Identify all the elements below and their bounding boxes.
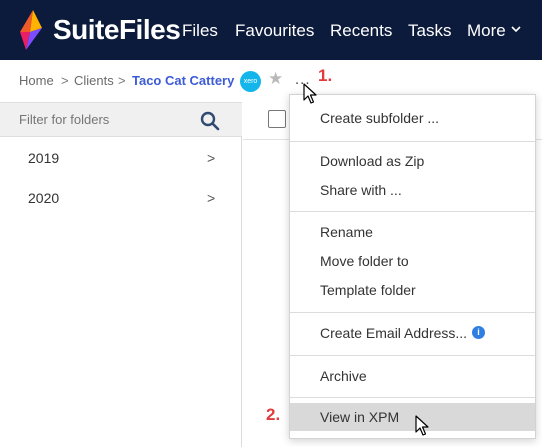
nav-more[interactable]: More	[467, 20, 506, 42]
menu-item-create-email-address[interactable]: Create Email Address... i	[290, 319, 535, 347]
menu-item-move-folder[interactable]: Move folder to	[290, 247, 535, 275]
menu-item-label: Create subfolder ...	[320, 110, 440, 126]
top-nav-bar: SuiteFiles Files Favourites Recents Task…	[0, 0, 542, 60]
menu-item-download-zip[interactable]: Download as Zip	[290, 147, 535, 175]
suitefiles-logo-icon	[20, 10, 42, 50]
menu-item-view-in-xpm[interactable]: View in XPM	[290, 403, 535, 431]
menu-item-rename[interactable]: Rename	[290, 218, 535, 246]
menu-item-archive[interactable]: Archive	[290, 362, 535, 390]
menu-item-share-with[interactable]: Share with ...	[290, 176, 535, 204]
folder-filter	[0, 102, 242, 137]
menu-item-create-subfolder[interactable]: Create subfolder ...	[290, 104, 535, 132]
menu-divider	[290, 211, 535, 212]
folder-label: 2019	[28, 150, 60, 166]
nav-files[interactable]: Files	[182, 20, 218, 42]
chevron-right-icon: >	[207, 190, 216, 206]
menu-divider	[290, 397, 535, 398]
folder-label: 2020	[28, 190, 60, 206]
menu-item-template-folder[interactable]: Template folder	[290, 276, 535, 304]
search-icon[interactable]	[200, 111, 220, 131]
chevron-right-icon: >	[207, 150, 216, 166]
breadcrumb-current-folder[interactable]: Taco Cat Cattery	[132, 73, 234, 89]
menu-item-label: Download as Zip	[320, 153, 425, 169]
menu-divider	[290, 141, 535, 142]
folder-context-menu: Create subfolder ... Download as Zip Sha…	[289, 94, 536, 439]
menu-item-label: Rename	[320, 224, 373, 240]
info-icon[interactable]: i	[472, 326, 485, 339]
chevron-down-icon[interactable]	[511, 25, 521, 33]
xero-icon[interactable]: xero	[240, 71, 261, 92]
folder-item-2019[interactable]: 2019 >	[0, 139, 242, 177]
select-all-checkbox[interactable]	[268, 110, 286, 128]
star-icon[interactable]: ★	[268, 69, 283, 89]
mouse-cursor-icon	[415, 415, 429, 436]
breadcrumb-separator: >	[61, 73, 69, 88]
nav-tasks[interactable]: Tasks	[408, 20, 451, 42]
menu-item-label: View in XPM	[320, 409, 400, 425]
menu-item-label: Create Email Address...	[320, 325, 468, 341]
annotation-step-2: 2.	[266, 405, 281, 424]
nav-favourites[interactable]: Favourites	[235, 20, 314, 42]
menu-item-label: Template folder	[320, 282, 416, 298]
breadcrumb-clients[interactable]: Clients	[74, 73, 114, 89]
mouse-cursor-icon	[303, 83, 317, 104]
breadcrumb-home[interactable]: Home	[19, 73, 54, 89]
folder-filter-input[interactable]	[19, 112, 189, 128]
menu-item-label: Move folder to	[320, 253, 409, 269]
menu-item-label: Share with ...	[320, 182, 402, 198]
menu-divider	[290, 312, 535, 313]
nav-recents[interactable]: Recents	[330, 20, 392, 42]
menu-item-label: Archive	[320, 368, 367, 384]
annotation-step-1: 1.	[318, 66, 333, 85]
folder-item-2020[interactable]: 2020 >	[0, 179, 242, 217]
menu-divider	[290, 355, 535, 356]
app-logo-text[interactable]: SuiteFiles	[53, 13, 181, 47]
breadcrumb-separator: >	[118, 73, 126, 88]
